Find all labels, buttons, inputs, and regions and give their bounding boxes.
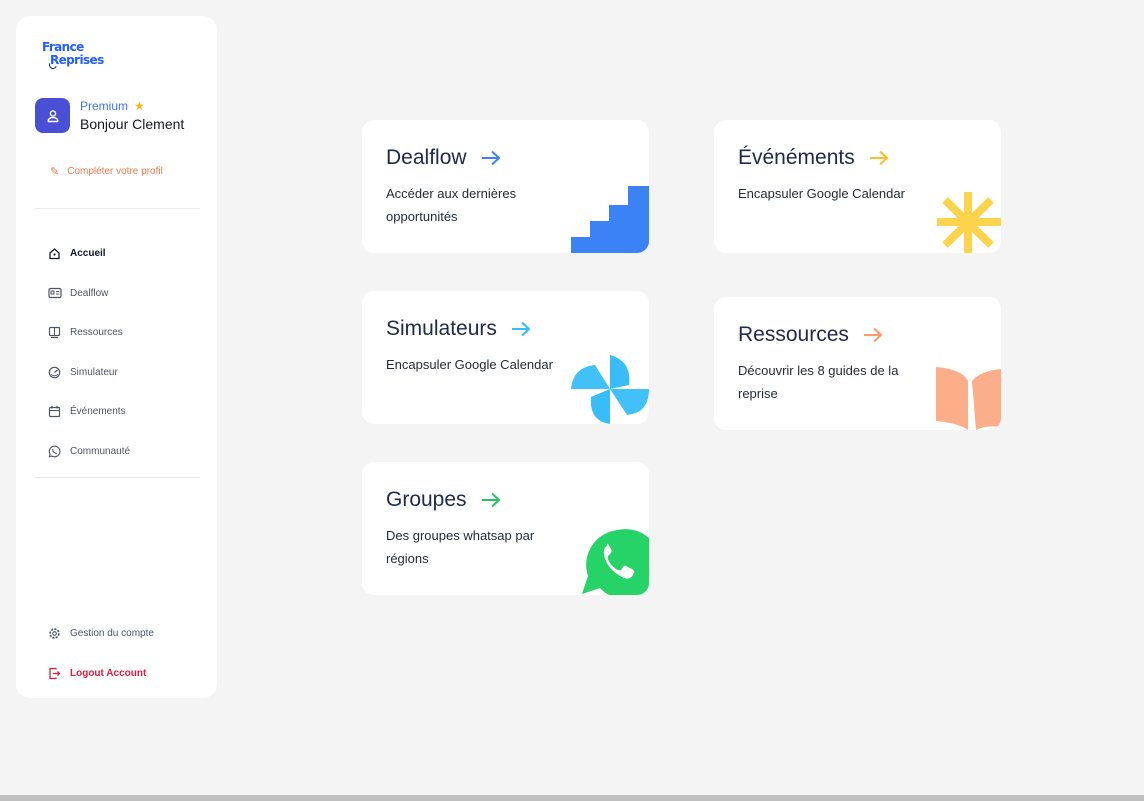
premium-label: Premium: [80, 99, 129, 113]
logout-icon: [47, 666, 62, 681]
id-card-icon: [47, 286, 62, 301]
card-title: Dealflow: [386, 146, 467, 169]
card-title: Simulateurs: [386, 317, 497, 340]
calendar-icon: [47, 404, 62, 419]
user-icon: [47, 109, 58, 122]
complete-profile-label: Compléter votre profil: [67, 166, 163, 177]
gear-icon: [47, 626, 62, 641]
sidebar: France Reprises Premium ★ Bonjour Clemen…: [16, 16, 217, 698]
nav-item-communaute[interactable]: Communauté: [47, 432, 130, 472]
open-book-illustration-icon: [936, 367, 1001, 430]
arrow-right-icon: [863, 327, 883, 343]
star-icon: ★: [134, 99, 145, 113]
nav-label: Accueil: [70, 248, 106, 260]
card-evenements[interactable]: Événéments Encapsuler Google Calendar: [714, 120, 1001, 253]
nav-label: Logout Account: [70, 667, 147, 679]
pinwheel-illustration-icon: [571, 355, 649, 424]
card-groupes[interactable]: Groupes Des groupes whatsap par régions: [362, 462, 649, 595]
nav-label: Communauté: [70, 445, 131, 457]
card-title: Événéments: [738, 146, 855, 169]
asterisk-illustration-icon: [937, 192, 1001, 253]
arrow-right-icon: [869, 150, 889, 166]
card-description: Découvrir les 8 guides de la reprise: [738, 363, 899, 401]
main-nav: Accueil Dealflow Ressources Simulateur É…: [47, 234, 130, 471]
card-description: Accéder aux dernières opportunités: [386, 186, 517, 224]
brand-line-1: France: [42, 40, 84, 54]
brand-line-2: Reprises: [50, 53, 104, 67]
brand-logo[interactable]: France Reprises: [42, 41, 104, 67]
nav-item-ressources[interactable]: Ressources: [47, 313, 130, 353]
nav-label: Simulateur: [70, 366, 118, 378]
nav-item-dealflow[interactable]: Dealflow: [47, 274, 130, 314]
gauge-icon: [47, 365, 62, 380]
stairs-illustration-icon: [571, 186, 649, 253]
card-description: Des groupes whatsap par régions: [386, 528, 535, 566]
avatar[interactable]: [35, 98, 70, 133]
nav-item-accueil[interactable]: Accueil: [47, 234, 130, 274]
book-icon: [47, 325, 62, 340]
arrow-right-icon: [481, 492, 501, 508]
window-bottom-bar: [0, 795, 1144, 801]
home-icon: [47, 246, 62, 261]
divider: [35, 208, 200, 209]
arrow-right-icon: [481, 150, 501, 166]
nav-item-evenements[interactable]: Événements: [47, 392, 130, 432]
nav-item-account-settings[interactable]: Gestion du compte: [47, 614, 154, 654]
card-title: Ressources: [738, 323, 849, 346]
account-nav: Gestion du compte Logout Account: [47, 614, 154, 693]
arrow-right-icon: [511, 321, 531, 337]
card-simulateurs[interactable]: Simulateurs Encapsuler Google Calendar: [362, 291, 649, 424]
user-greeting: Bonjour Clement: [80, 116, 185, 132]
card-description: Encapsuler Google Calendar: [386, 357, 553, 372]
premium-badge: Premium ★: [80, 99, 184, 113]
whatsapp-illustration-icon: [582, 529, 649, 595]
divider: [35, 477, 200, 478]
user-block: Premium ★ Bonjour Clement: [35, 98, 184, 133]
card-dealflow[interactable]: Dealflow Accéder aux dernières opportuni…: [362, 120, 649, 253]
card-ressources[interactable]: Ressources Découvrir les 8 guides de la …: [714, 297, 1001, 430]
pencil-icon: ✎: [50, 166, 60, 178]
whatsapp-icon: [47, 444, 62, 459]
nav-label: Ressources: [70, 327, 123, 339]
logout-button[interactable]: Logout Account: [47, 654, 154, 694]
nav-label: Dealflow: [70, 287, 109, 299]
nav-label: Événements: [70, 406, 126, 418]
nav-label: Gestion du compte: [70, 628, 154, 640]
card-title: Groupes: [386, 488, 467, 511]
complete-profile-link[interactable]: ✎ Compléter votre profil: [50, 165, 163, 178]
nav-item-simulateur[interactable]: Simulateur: [47, 353, 130, 393]
card-description: Encapsuler Google Calendar: [738, 186, 905, 201]
